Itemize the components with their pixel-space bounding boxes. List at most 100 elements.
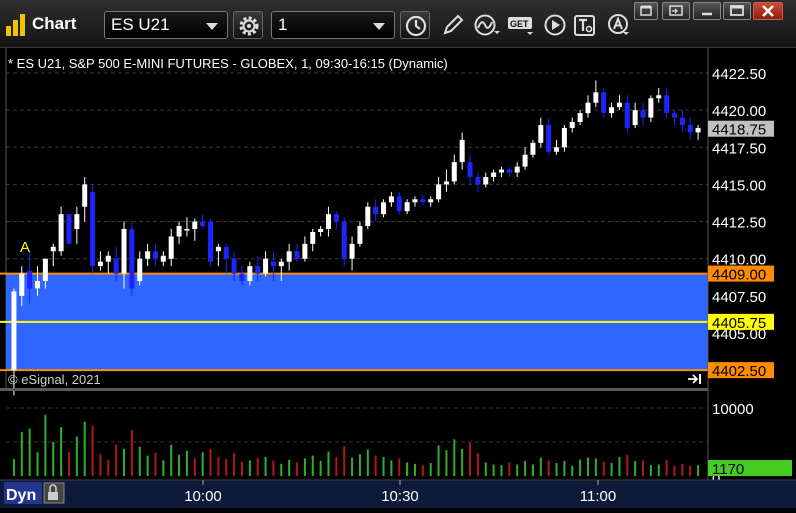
studies-button[interactable] — [470, 11, 500, 39]
price-bar-body — [616, 102, 622, 108]
price-chart[interactable]: * ES U21, S&P 500 E-MINI FUTURES - GLOBE… — [0, 48, 796, 508]
lock-icon[interactable] — [43, 482, 65, 504]
price-bar-body — [35, 281, 41, 289]
studies-icon — [474, 14, 500, 36]
price-bar-body — [601, 92, 607, 114]
close-button[interactable] — [753, 2, 783, 20]
chevron-down-icon[interactable] — [373, 23, 385, 30]
price-bar-body — [42, 258, 48, 281]
symbol-select[interactable]: ES U21 — [104, 11, 228, 39]
chart-area[interactable]: * ES U21, S&P 500 E-MINI FUTURES - GLOBE… — [0, 48, 796, 508]
settings-button[interactable] — [233, 11, 263, 39]
price-bar-body — [11, 291, 17, 371]
price-bar-body — [286, 251, 292, 262]
price-bar-body — [192, 221, 198, 229]
pencil-icon — [443, 14, 464, 35]
chart-annotation[interactable]: A — [20, 239, 30, 256]
price-bar-body — [577, 113, 583, 123]
price-bar-body — [546, 125, 552, 152]
price-bar-body — [137, 258, 143, 281]
volume-tick-label: 10000 — [712, 401, 754, 418]
price-bar-body — [160, 255, 166, 262]
price-bar-body — [66, 214, 72, 244]
last-price-marker-label: 4418.75 — [712, 122, 766, 139]
price-bar-body — [679, 117, 685, 125]
maximize-button[interactable] — [723, 2, 751, 20]
price-bar-body — [538, 125, 544, 143]
price-bar-body — [687, 125, 693, 133]
svg-text:GET: GET — [510, 19, 529, 29]
price-bar-body — [514, 166, 520, 173]
price-bar-body — [341, 221, 347, 259]
price-bar — [66, 214, 72, 244]
low-level-marker-label: 4402.50 — [712, 363, 766, 380]
price-bar-body — [97, 261, 103, 267]
price-bar-body — [82, 184, 88, 207]
pin-window-button[interactable] — [634, 2, 658, 20]
price-bar-body — [302, 243, 308, 259]
price-bar-body — [695, 127, 701, 133]
price-bar-body — [656, 95, 662, 99]
price-bar-body — [522, 154, 528, 167]
price-bar-body — [357, 226, 363, 244]
price-bar-body — [19, 273, 25, 296]
high-level-marker-label: 4409.00 — [712, 267, 766, 284]
price-bar-body — [121, 229, 127, 274]
price-bar-body — [664, 95, 670, 114]
price-bar — [208, 218, 214, 267]
price-tick-label: 4415.00 — [712, 177, 766, 194]
window-title: Chart — [32, 14, 77, 33]
price-bar-body — [443, 181, 449, 185]
text-tool-button[interactable] — [570, 11, 600, 39]
price-bar — [129, 221, 135, 296]
price-bar-body — [208, 221, 214, 262]
price-bar-body — [263, 258, 269, 274]
price-bar-body — [239, 273, 245, 281]
price-bar-body — [50, 246, 56, 252]
clock-icon — [405, 15, 427, 37]
minimize-button[interactable] — [693, 2, 721, 20]
price-bar-body — [420, 199, 426, 203]
price-axis[interactable]: 4422.504420.004417.504415.004412.504410.… — [708, 66, 774, 380]
maximize-icon — [730, 5, 744, 16]
interval-select[interactable]: 1 — [271, 11, 395, 39]
price-bar-body — [396, 196, 402, 212]
gear-icon — [239, 16, 259, 36]
price-bar-body — [278, 261, 284, 267]
link-window-button[interactable] — [662, 2, 690, 20]
price-bar-body — [671, 113, 677, 118]
alert-icon — [608, 14, 629, 35]
price-bar-body — [475, 177, 481, 185]
play-button[interactable] — [540, 11, 570, 39]
pane-divider[interactable] — [0, 388, 708, 391]
price-bar-body — [459, 139, 465, 163]
price-bar-body — [145, 251, 151, 259]
price-bar-body — [294, 251, 300, 259]
price-bar-body — [325, 214, 331, 229]
get-data-button[interactable]: GET — [504, 11, 534, 39]
chart-app-icon — [6, 14, 30, 36]
chart-header: * ES U21, S&P 500 E-MINI FUTURES - GLOBE… — [8, 56, 448, 71]
price-bar-body — [451, 162, 457, 182]
price-bar-body — [223, 246, 229, 259]
price-bar-body — [388, 196, 394, 203]
price-bar-body — [333, 214, 339, 222]
draw-tool-button[interactable] — [438, 11, 468, 39]
price-bar-body — [255, 266, 261, 274]
price-bar-body — [412, 199, 418, 203]
price-tick-label: 4420.00 — [712, 103, 766, 120]
price-bar-body — [247, 266, 253, 281]
chevron-down-icon[interactable] — [206, 23, 218, 30]
price-bar-body — [554, 147, 560, 152]
price-bar-body — [609, 107, 615, 114]
price-bar-body — [404, 202, 410, 212]
price-bar-body — [231, 258, 237, 274]
interval-time-button[interactable] — [400, 11, 430, 39]
mid-level-marker-label: 4405.75 — [712, 315, 766, 332]
copyright-label: © eSignal, 2021 — [8, 372, 101, 387]
price-bar-body — [428, 199, 434, 203]
alerts-button[interactable] — [604, 11, 634, 39]
price-bar-body — [506, 169, 512, 173]
price-tick-label: 4422.50 — [712, 66, 766, 83]
text-tool-icon — [574, 15, 595, 36]
